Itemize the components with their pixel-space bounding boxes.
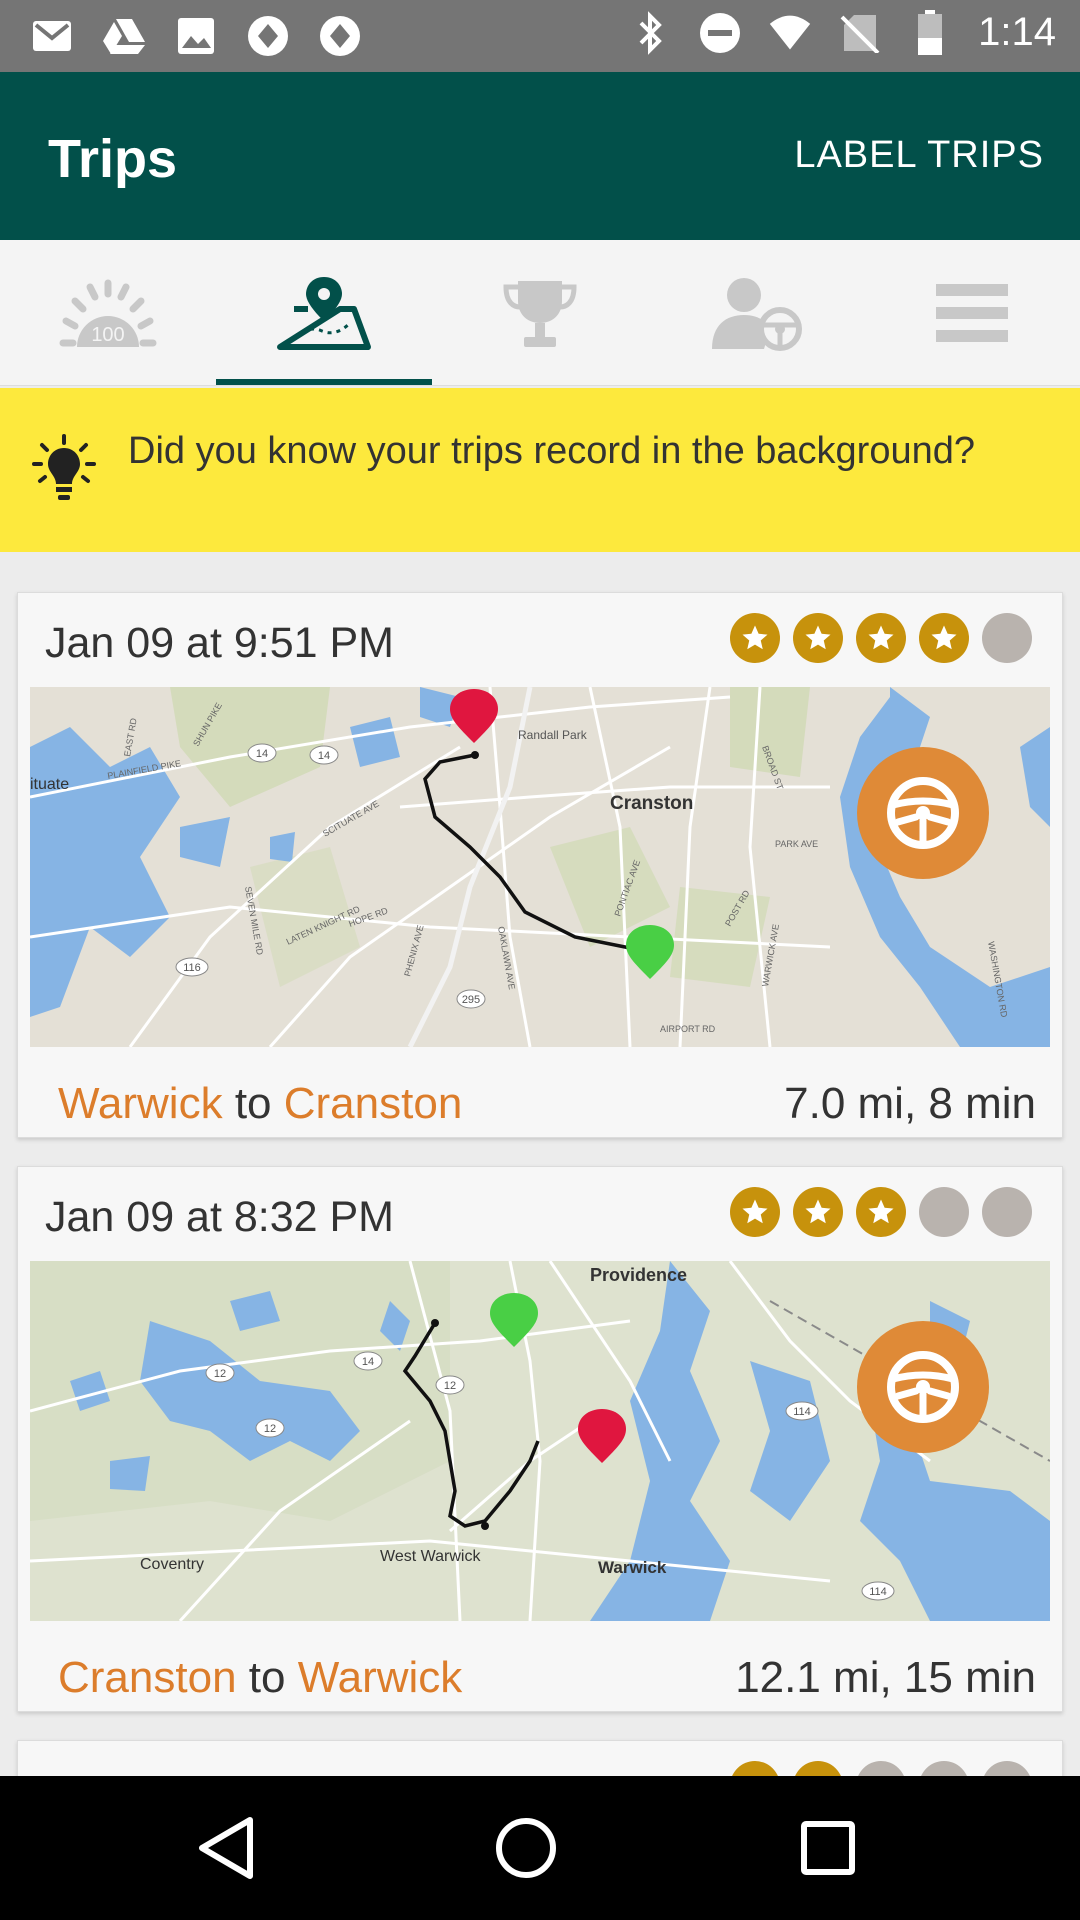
score-gauge-icon: 100 — [59, 279, 157, 347]
tab-bar: 100 — [0, 240, 1080, 386]
map-pin-icon — [277, 276, 371, 350]
trip-card[interactable]: Jan 09 at 9:51 PM Cranston Randall Park … — [17, 592, 1063, 1138]
recents-button[interactable] — [788, 1808, 868, 1888]
lightbulb-icon — [32, 434, 96, 500]
svg-text:AIRPORT RD: AIRPORT RD — [660, 1024, 716, 1034]
star-filled-icon — [856, 1187, 906, 1237]
menu-icon — [936, 283, 1008, 342]
image-icon — [174, 14, 218, 58]
tab-profile[interactable] — [648, 240, 864, 385]
star-empty-icon — [982, 1187, 1032, 1237]
home-button[interactable] — [486, 1808, 566, 1888]
score-badge: 100 — [91, 324, 124, 346]
sync-icon — [246, 14, 290, 58]
star-filled-icon — [793, 613, 843, 663]
star-filled-icon — [730, 613, 780, 663]
battery-icon — [908, 9, 952, 55]
drive-mode-button[interactable] — [857, 1321, 989, 1453]
back-button[interactable] — [186, 1808, 266, 1888]
svg-text:12: 12 — [214, 1368, 226, 1380]
tab-trips[interactable] — [216, 240, 432, 385]
svg-text:Warwick: Warwick — [598, 1558, 667, 1577]
trip-rating — [730, 1187, 1032, 1237]
svg-text:ituate: ituate — [30, 776, 69, 793]
label-trips-button[interactable]: LABEL TRIPS — [794, 134, 1044, 177]
tip-banner[interactable]: Did you know your trips record in the ba… — [0, 388, 1080, 552]
svg-text:14: 14 — [362, 1356, 374, 1368]
trip-route: Cranston to Warwick — [58, 1653, 462, 1703]
star-empty-icon — [982, 613, 1032, 663]
drive-icon — [102, 14, 146, 58]
route-connector: to — [248, 1653, 286, 1702]
svg-text:Randall Park: Randall Park — [518, 728, 588, 742]
svg-text:Providence: Providence — [590, 1265, 687, 1285]
trip-card[interactable]: Jan 09 at 8:32 PM Providence West Warwic… — [17, 1166, 1063, 1712]
driver-profile-icon — [712, 277, 802, 351]
status-time: 1:14 — [978, 10, 1056, 54]
route-connector: to — [234, 1079, 272, 1128]
star-filled-icon — [919, 613, 969, 663]
star-filled-icon — [730, 1187, 780, 1237]
svg-text:116: 116 — [183, 962, 201, 974]
tab-rewards[interactable] — [432, 240, 648, 385]
wifi-icon — [768, 11, 812, 55]
gmail-icon — [30, 14, 74, 58]
tab-menu[interactable] — [864, 240, 1080, 385]
route-from: Cranston — [58, 1653, 237, 1702]
svg-text:295: 295 — [462, 994, 480, 1006]
trip-distance-time: 7.0 mi, 8 min — [784, 1079, 1036, 1128]
star-filled-icon — [793, 1187, 843, 1237]
trip-date: Jan 09 at 8:32 PM — [45, 1193, 394, 1241]
route-to: Warwick — [297, 1653, 463, 1702]
star-filled-icon — [856, 613, 906, 663]
home-circle-icon — [496, 1818, 556, 1878]
trip-map[interactable]: Providence West Warwick Warwick Coventry… — [30, 1261, 1050, 1621]
trip-distance-time: 12.1 mi, 15 min — [735, 1653, 1036, 1702]
sync-icon — [318, 14, 362, 58]
trip-route: Warwick to Cranston — [58, 1079, 462, 1129]
status-bar: 1:14 — [0, 0, 1080, 72]
svg-text:West Warwick: West Warwick — [380, 1548, 481, 1565]
system-nav-bar — [0, 1776, 1080, 1920]
svg-text:12: 12 — [264, 1423, 276, 1435]
star-empty-icon — [919, 1187, 969, 1237]
recents-square-icon — [801, 1821, 855, 1875]
svg-text:114: 114 — [793, 1406, 811, 1418]
svg-text:Cranston: Cranston — [610, 793, 693, 814]
svg-text:12: 12 — [444, 1380, 456, 1392]
svg-text:14: 14 — [318, 750, 330, 762]
page-title: Trips — [48, 129, 178, 189]
trophy-icon — [503, 280, 577, 347]
trip-date: Jan 09 at 9:51 PM — [45, 619, 394, 667]
tip-text: Did you know your trips record in the ba… — [128, 430, 976, 472]
trip-map[interactable]: Cranston Randall Park ituate PLAINFIELD … — [30, 687, 1050, 1047]
do-not-disturb-icon — [698, 11, 742, 55]
no-sim-icon — [838, 11, 882, 55]
svg-text:14: 14 — [256, 748, 268, 760]
route-from: Warwick — [58, 1079, 223, 1128]
svg-text:Coventry: Coventry — [140, 1556, 204, 1573]
bluetooth-icon — [628, 10, 672, 55]
route-to: Cranston — [283, 1079, 463, 1128]
svg-text:114: 114 — [869, 1586, 887, 1598]
app-bar: Trips LABEL TRIPS — [0, 72, 1080, 240]
back-triangle-icon — [199, 1817, 253, 1879]
svg-text:PARK AVE: PARK AVE — [775, 839, 818, 849]
trip-rating — [730, 613, 1032, 663]
drive-mode-button[interactable] — [857, 747, 989, 879]
tab-score[interactable]: 100 — [0, 240, 216, 385]
